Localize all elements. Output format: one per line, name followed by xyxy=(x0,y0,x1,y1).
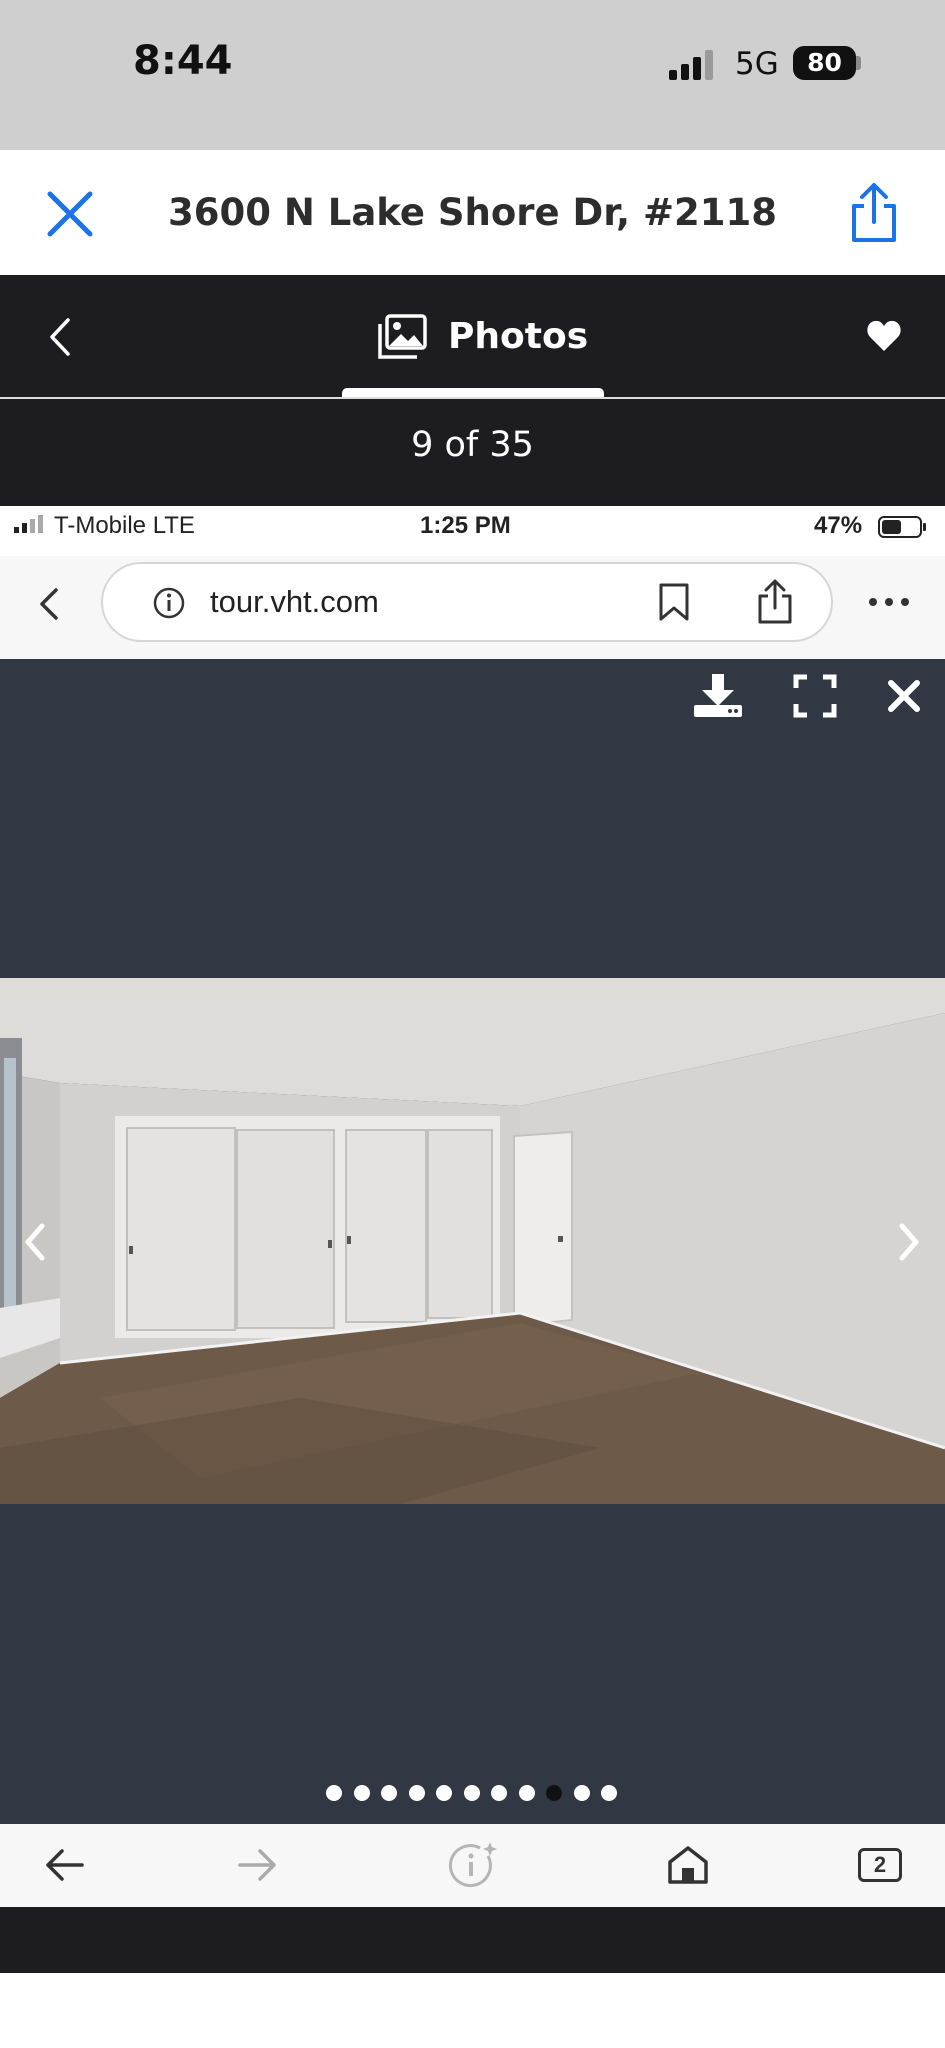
carousel-dot[interactable] xyxy=(436,1785,452,1801)
page-title: 3600 N Lake Shore Dr, #2118 xyxy=(168,191,777,234)
close-icon[interactable] xyxy=(42,186,98,242)
fullscreen-icon[interactable] xyxy=(793,674,837,718)
share-icon[interactable] xyxy=(754,578,796,626)
arrow-right-icon[interactable] xyxy=(234,1846,280,1884)
url-text[interactable]: tour.vht.com xyxy=(210,582,379,622)
status-time: 8:44 xyxy=(133,38,233,84)
more-icon[interactable] xyxy=(866,590,912,614)
signal-bars-icon xyxy=(669,50,717,85)
battery-level: 80 xyxy=(807,48,842,77)
photos-icon xyxy=(377,314,427,360)
embedded-time: 1:25 PM xyxy=(420,512,511,539)
close-icon[interactable] xyxy=(886,678,922,714)
room-photo xyxy=(0,978,945,1504)
embedded-carrier: T-Mobile LTE xyxy=(14,512,195,540)
embedded-battery-percent: 47% xyxy=(814,512,863,539)
battery-nub xyxy=(856,56,861,70)
bottom-bar xyxy=(0,1907,945,1973)
info-icon[interactable] xyxy=(152,586,186,620)
home-icon[interactable] xyxy=(666,1844,710,1886)
share-icon[interactable] xyxy=(846,182,902,244)
carousel-dot[interactable] xyxy=(546,1785,562,1801)
carousel-dot[interactable] xyxy=(353,1785,370,1801)
photo-counter: 9 of 35 xyxy=(411,425,534,465)
ai-info-icon[interactable] xyxy=(448,1840,500,1890)
arrow-left-icon[interactable] xyxy=(42,1846,88,1884)
embedded-battery-icon xyxy=(878,516,928,538)
bookmark-icon[interactable] xyxy=(656,582,692,622)
carousel-dot[interactable] xyxy=(491,1785,507,1801)
tabs-count-button[interactable]: 2 xyxy=(858,1848,902,1882)
carousel-dot[interactable] xyxy=(326,1785,342,1801)
heart-icon[interactable] xyxy=(866,318,902,354)
carousel-dot[interactable] xyxy=(408,1785,425,1801)
download-icon[interactable] xyxy=(692,672,744,720)
photos-tab-label[interactable]: Photos xyxy=(448,314,588,360)
carousel-dot[interactable] xyxy=(518,1785,535,1801)
chevron-right-icon[interactable] xyxy=(892,1218,926,1266)
bottom-spacer xyxy=(0,1973,945,2048)
network-type: 5G xyxy=(735,46,779,82)
chevron-left-icon[interactable] xyxy=(34,584,64,624)
chevron-left-icon[interactable] xyxy=(40,312,78,362)
carousel-dot[interactable] xyxy=(601,1785,617,1801)
embedded-carrier-text: T-Mobile LTE xyxy=(54,512,195,539)
carousel-dot[interactable] xyxy=(573,1785,590,1801)
tab-indicator xyxy=(342,388,604,397)
battery-icon: 80 xyxy=(793,46,856,80)
carousel-dot[interactable] xyxy=(463,1785,480,1801)
carousel-dot[interactable] xyxy=(381,1785,397,1801)
chevron-left-icon[interactable] xyxy=(18,1218,52,1266)
